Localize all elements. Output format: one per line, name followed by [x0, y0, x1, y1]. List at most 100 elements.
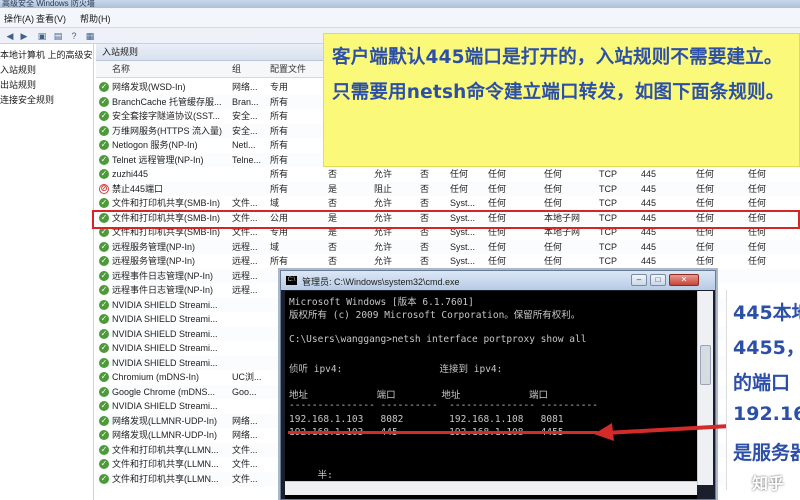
table-cell: 安全套接字隧道协议(SST... — [112, 111, 221, 121]
folder-icon[interactable]: ▣ — [36, 30, 48, 42]
table-cell: 任何 — [696, 169, 715, 179]
table-row[interactable]: ⊘ 禁止445端口 所有 是 阻止 否 任何 任何 任何 TCP 445 任何 任何 — [96, 181, 800, 197]
table-cell: 允许 — [374, 227, 393, 237]
table-cell: Goo... — [232, 386, 257, 397]
table-row[interactable]: ✓ 远程服务管理(NP-In) 远程... 所有 否 允许 否 Syst... 任何 任何 TCP 4… — [96, 254, 800, 269]
cmd-line: 192.168.1.103 8082 192.168.1.108 8081 — [289, 413, 564, 425]
table-cell — [232, 341, 268, 356]
cmd-titlebar[interactable]: C:\ 管理员: C:\Windows\system32\cmd.exe – □… — [281, 271, 715, 290]
table-cell: TCP — [599, 169, 617, 179]
help-icon[interactable]: ? — [68, 30, 80, 42]
table-cell: 任何 — [748, 227, 767, 237]
column-header-cell[interactable]: 名称 — [112, 61, 130, 78]
table-cell: 445 — [641, 212, 657, 223]
table-cell: UC浏... — [232, 372, 262, 382]
table-cell: 任何 — [488, 198, 507, 208]
enabled-rule-icon: ✓ — [99, 125, 109, 136]
table-cell: 远程... — [232, 241, 258, 252]
table-cell — [232, 399, 268, 414]
table-cell: TCP — [599, 198, 617, 208]
table-cell: 任何 — [748, 198, 767, 208]
minimize-button[interactable]: – — [631, 274, 647, 286]
table-row[interactable]: ✓ 文件和打印机共享(SMB-In) 文件... 公用 是 允许 否 Syst... 任何 本地子… — [96, 210, 800, 225]
table-cell: 445 — [641, 256, 657, 266]
annotation-line: 的端口 — [733, 372, 791, 394]
enabled-rule-icon: ✓ — [99, 198, 109, 208]
table-cell — [232, 298, 268, 313]
cmd-output[interactable]: Microsoft Windows [版本 6.1.7601] 版权所有 (c) … — [285, 291, 697, 499]
menu-help[interactable]: 帮助(H) — [80, 12, 111, 25]
annotation-line: 4455， — [733, 337, 800, 359]
table-cell: 任何 — [748, 183, 767, 194]
enabled-rule-icon: ✓ — [99, 256, 109, 266]
tree-item-outbound[interactable]: 出站规则 — [0, 78, 36, 91]
table-cell: 文件和打印机共享(LLMN... — [112, 459, 219, 469]
column-header-cell[interactable]: 配置文件 — [270, 61, 306, 78]
console-icon[interactable]: ▦ — [84, 30, 96, 42]
forward-icon[interactable]: ▶ — [18, 30, 30, 42]
menu-view[interactable]: 查看(V) — [36, 12, 66, 25]
table-cell: 网络... — [232, 415, 258, 426]
vertical-scrollbar[interactable] — [697, 291, 713, 485]
enabled-rule-icon: ✓ — [99, 227, 109, 237]
table-cell: 允许 — [374, 198, 393, 208]
table-cell: 445 — [641, 241, 657, 252]
table-cell: 否 — [420, 227, 430, 237]
table-cell: 所有 — [270, 96, 289, 107]
table-cell: 文件... — [232, 198, 258, 208]
table-cell: 远程服务管理(NP-In) — [112, 241, 195, 252]
table-cell: TCP — [599, 183, 617, 194]
maximize-button[interactable]: □ — [650, 274, 666, 286]
table-cell: 任何 — [450, 183, 469, 194]
table-cell: Telne... — [232, 154, 262, 165]
table-cell: 远程... — [232, 285, 258, 295]
table-cell: 任何 — [696, 198, 715, 208]
table-cell: TCP — [599, 227, 617, 237]
tree-item-inbound[interactable]: 入站规则 — [0, 63, 36, 76]
table-row[interactable]: ✓ 文件和打印机共享(SMB-In) 文件... 域 否 允许 否 Syst... 任何 任何 TC… — [96, 196, 800, 211]
table-cell: 所有 — [270, 111, 289, 121]
table-cell: 否 — [420, 212, 430, 223]
table-cell: 任何 — [544, 183, 563, 194]
table-cell: 网络... — [232, 82, 258, 92]
table-cell — [748, 269, 796, 284]
scroll-thumb[interactable] — [700, 345, 711, 385]
table-cell: 所有 — [270, 154, 289, 165]
table-cell: 否 — [328, 256, 338, 266]
tree-item-connection-security[interactable]: 连接安全规则 — [0, 93, 54, 106]
table-cell — [232, 312, 268, 327]
table-cell — [232, 182, 268, 197]
table-row[interactable]: ✓ 文件和打印机共享(SMB-In) 文件... 专用 是 允许 否 Syst... 任何 本地子… — [96, 225, 800, 240]
table-cell: 允许 — [374, 256, 393, 266]
cmd-line: C:\Users\wanggang>netsh interface portpr… — [289, 333, 587, 345]
tree-item-root[interactable]: 本地计算机 上的高级安全 Win — [0, 48, 93, 61]
column-header-cell[interactable]: 组 — [232, 61, 241, 78]
annotation-callout-right: 445本地 4455， 的端口 192.16 是服务器 — [726, 290, 800, 490]
table-cell: Syst... — [450, 227, 476, 237]
cmd-app-icon: C:\ — [286, 276, 297, 285]
table-cell: NVIDIA SHIELD Streami... — [112, 343, 218, 353]
back-icon[interactable]: ◀ — [4, 30, 16, 42]
table-cell: Syst... — [450, 256, 476, 266]
properties-icon[interactable]: ▤ — [52, 30, 64, 42]
table-cell: Chromium (mDNS-In) — [112, 372, 200, 382]
table-cell: 远程... — [232, 256, 258, 266]
enabled-rule-icon: ✓ — [99, 270, 109, 281]
close-button[interactable]: ✕ — [669, 274, 699, 286]
table-row[interactable]: ✓ zuzhi445 所有 否 允许 否 任何 任何 任何 TCP 445 任何 任何 — [96, 167, 800, 182]
annotation-underline — [288, 431, 598, 434]
enabled-rule-icon: ✓ — [99, 357, 109, 368]
table-cell: 任何 — [544, 256, 563, 266]
menu-action[interactable]: 操作(A) — [4, 12, 34, 25]
table-cell: 远程服务管理(NP-In) — [112, 256, 195, 266]
table-cell: 文件... — [232, 473, 258, 484]
table-cell: 远程事件日志管理(NP-In) — [112, 270, 213, 281]
table-row[interactable]: ✓ 远程服务管理(NP-In) 远程... 域 否 允许 否 Syst... 任何 任何 TCP 44… — [96, 239, 800, 254]
enabled-rule-icon: ✓ — [99, 154, 109, 165]
enabled-rule-icon: ✓ — [99, 386, 109, 397]
enabled-rule-icon: ✓ — [99, 444, 109, 455]
table-cell: 允许 — [374, 241, 393, 252]
table-cell: NVIDIA SHIELD Streami... — [112, 401, 218, 411]
horizontal-scrollbar[interactable] — [285, 481, 697, 495]
table-cell: 任何 — [544, 198, 563, 208]
